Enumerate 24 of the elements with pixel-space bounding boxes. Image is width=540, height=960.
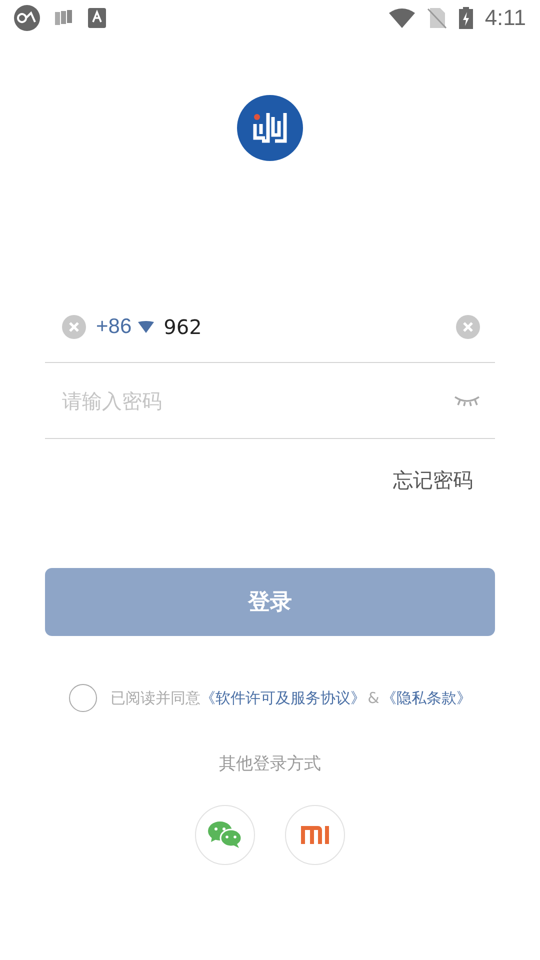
other-login-title: 其他登录方式	[219, 753, 321, 775]
clock-time: 4:11	[484, 5, 526, 31]
clear-icon[interactable]	[456, 314, 480, 338]
cards-icon	[54, 8, 74, 28]
mi-logo-icon	[301, 826, 329, 844]
battery-icon	[458, 7, 473, 29]
closed-eye-icon[interactable]	[454, 394, 480, 406]
forgot-password-link[interactable]: 忘记密码	[393, 467, 473, 494]
country-code-selector[interactable]: +86	[96, 314, 154, 338]
agreement-checkbox[interactable]	[68, 684, 97, 712]
app-logo	[237, 95, 303, 161]
app-logo-icon	[14, 5, 40, 31]
password-input-field[interactable]: 请输入密码	[62, 388, 444, 412]
agreement-text: 已阅读并同意	[110, 688, 201, 708]
text-icon	[88, 8, 106, 28]
caret-icon	[138, 320, 154, 332]
chat-bubbles-icon	[208, 821, 242, 849]
ampersand-text: &	[368, 689, 380, 707]
no-sim-icon	[426, 7, 447, 29]
agreement-link[interactable]: 《隐私条款》	[381, 688, 472, 708]
agreement-link[interactable]: 《软件许可及服务协议》	[200, 688, 366, 708]
wifi-icon	[388, 8, 415, 28]
phone-input-field[interactable]: 962	[164, 314, 446, 338]
clear-icon[interactable]	[62, 314, 86, 338]
